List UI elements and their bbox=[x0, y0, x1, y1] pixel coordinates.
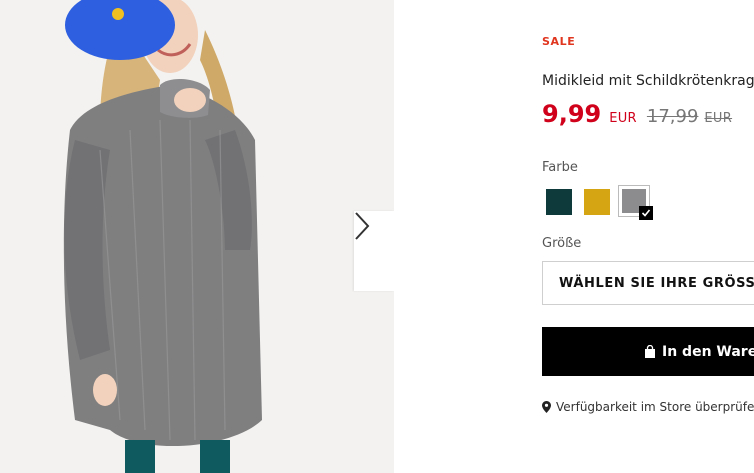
color-swatch-dark-teal[interactable] bbox=[546, 189, 572, 215]
size-label: Größe bbox=[542, 236, 582, 251]
size-select[interactable]: WÄHLEN SIE IHRE GRÖSSE bbox=[542, 261, 754, 305]
current-price: 9,99 bbox=[542, 100, 602, 128]
old-price-currency: EUR bbox=[704, 111, 733, 126]
sale-badge: SALE bbox=[542, 35, 576, 48]
add-to-cart-button[interactable]: In den Warenkorb bbox=[542, 327, 754, 376]
add-to-cart-label: In den Warenkorb bbox=[662, 343, 754, 360]
color-swatch-mustard[interactable] bbox=[584, 189, 610, 215]
product-image-gallery bbox=[0, 0, 394, 473]
product-title: Midikleid mit Schildkrötenkragen bbox=[542, 73, 754, 89]
price-row: 9,99 EUR 17,99 EUR bbox=[542, 100, 732, 128]
old-price: 17,99 bbox=[646, 106, 699, 127]
gallery-next-button[interactable] bbox=[354, 211, 394, 291]
current-price-currency: EUR bbox=[609, 111, 637, 126]
color-swatch-grey[interactable] bbox=[618, 185, 653, 220]
size-select-value: WÄHLEN SIE IHRE GRÖSSE bbox=[559, 275, 754, 291]
product-info-panel: SALE Midikleid mit Schildkrötenkragen 9,… bbox=[542, 0, 754, 473]
checkmark-icon bbox=[639, 206, 653, 220]
chevron-right-icon bbox=[355, 212, 370, 240]
store-availability-link[interactable]: Verfügbarkeit im Store überprüfen bbox=[542, 400, 754, 414]
color-label: Farbe bbox=[542, 160, 578, 175]
location-pin-icon bbox=[542, 401, 551, 413]
store-availability-label: Verfügbarkeit im Store überprüfen bbox=[556, 400, 754, 414]
shopping-bag-icon bbox=[644, 345, 656, 358]
product-photo bbox=[0, 0, 394, 473]
